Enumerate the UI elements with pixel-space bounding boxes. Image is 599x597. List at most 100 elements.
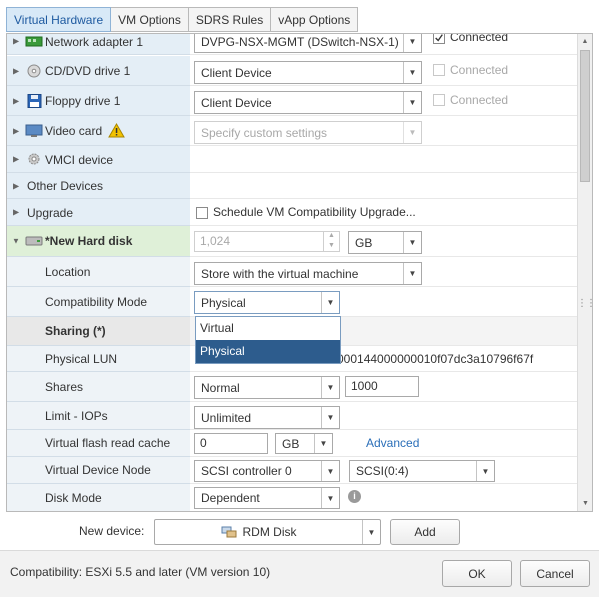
compatibility-text: Compatibility: ESXi 5.5 and later (VM ve… [10,565,271,579]
option-virtual[interactable]: Virtual [196,317,340,340]
new-device-label: New device: [79,524,145,538]
tab-virtual-hardware[interactable]: Virtual Hardware [6,7,112,32]
scsi-controller-select[interactable]: SCSI controller 0 ▼ [194,460,340,482]
flash-cache-input[interactable]: 0 [194,433,268,454]
option-physical[interactable]: Physical [196,340,340,363]
row-location: Location Store with the virtual machine … [7,257,578,287]
sharing-label: Sharing (*) [45,324,106,338]
flash-cache-label: Virtual flash read cache [45,436,171,450]
location-label: Location [45,265,91,279]
dialog-footer: Compatibility: ESXi 5.5 and later (VM ve… [0,550,599,597]
chevron-down-icon: ▼ [321,377,339,398]
scroll-thumb[interactable] [580,50,590,182]
flash-cache-unit-select[interactable]: GB ▼ [275,433,333,454]
floppy-icon [27,93,42,108]
ok-button[interactable]: OK [442,560,512,587]
chevron-down-icon: ▼ [403,92,421,113]
new-device-bar: New device: RDM Disk ▼ Add [0,519,599,545]
video-card-label: Video card [45,124,103,138]
cancel-button[interactable]: Cancel [520,560,590,587]
other-devices-label: Other Devices [27,179,104,193]
chevron-down-icon: ▼ [403,232,421,253]
floppy-select-value: Client Device [201,95,272,110]
row-vmci: ▶ VMCI device [7,146,578,173]
compatibility-mode-dropdown: Virtual Physical [195,316,341,364]
disk-mode-select[interactable]: Dependent ▼ [194,487,340,509]
floppy-label: Floppy drive 1 [45,94,121,108]
new-hard-disk-label: *New Hard disk [45,234,133,248]
network-connected-label: Connected [450,33,509,44]
disk-mode-value: Dependent [201,491,260,505]
compatibility-mode-label: Compatibility Mode [45,295,148,309]
video-card-select[interactable]: Specify custom settings ▼ [194,121,422,144]
schedule-upgrade-label: Schedule VM Compatibility Upgrade... [213,205,416,219]
floppy-connected-checkbox[interactable] [433,94,445,106]
disk-size-input[interactable]: 1,024 [194,231,340,252]
expand-caret-icon[interactable]: ▶ [13,181,19,190]
chevron-down-icon: ▼ [476,461,494,481]
expand-caret-icon[interactable]: ▶ [13,208,19,217]
tab-vapp-options[interactable]: vApp Options [271,7,359,32]
row-cddvd: ▶ CD/DVD drive 1 Client Device ▼ Connect… [7,56,578,86]
cddvd-select[interactable]: Client Device ▼ [194,61,422,84]
location-select[interactable]: Store with the virtual machine ▼ [194,262,422,285]
scroll-up-icon[interactable]: ▲ [578,34,592,49]
limit-iops-select[interactable]: Unlimited ▼ [194,406,340,429]
new-device-select[interactable]: RDM Disk ▼ [154,519,381,545]
row-other-devices: ▶ Other Devices [7,173,578,199]
disk-unit-select[interactable]: GB ▼ [348,231,422,254]
tab-vm-options[interactable]: VM Options [111,7,189,32]
monitor-icon [25,124,43,137]
scsi-slot-select[interactable]: SCSI(0:4) ▼ [349,460,495,482]
video-card-select-value: Specify custom settings [201,125,328,140]
row-virtual-device-node: Virtual Device Node SCSI controller 0 ▼ … [7,457,578,484]
row-shares: Shares Normal ▼ 1000 [7,372,578,402]
expand-caret-icon[interactable]: ▶ [13,66,19,75]
hardware-panel: ▶ Network adapter 1 DVPG-NSX-MGMT (DSwit… [6,33,593,512]
expand-caret-icon[interactable]: ▶ [13,155,19,164]
row-compatibility-mode: Compatibility Mode Physical ▼ [7,287,578,317]
expand-caret-icon[interactable]: ▶ [13,126,19,135]
row-network-adapter: ▶ Network adapter 1 DVPG-NSX-MGMT (DSwit… [7,33,578,55]
info-icon[interactable]: i [348,490,361,503]
limit-iops-value: Unlimited [201,410,252,425]
rdm-disk-icon [221,526,236,538]
network-select[interactable]: DVPG-NSX-MGMT (DSwitch-NSX-1) ▼ [194,34,422,53]
scroll-down-icon[interactable]: ▼ [578,496,592,511]
network-adapter-icon [25,36,43,47]
row-video-card: ▶ Video card Specify custom settings ▼ [7,116,578,146]
new-device-select-content: RDM Disk [155,525,362,539]
shares-label: Shares [45,380,84,394]
row-disk-mode: Disk Mode Dependent ▼ i [7,484,578,511]
collapse-caret-icon[interactable]: ▼ [12,237,20,246]
hard-disk-icon [25,236,43,246]
floppy-connected-label: Connected [450,93,509,107]
resize-grip-icon[interactable]: ⋮⋮ [577,298,596,309]
vertical-scrollbar[interactable]: ▲ ▼ [577,34,592,511]
network-connected-checkbox[interactable] [433,34,445,44]
advanced-link[interactable]: Advanced [366,436,419,450]
shares-select-value: Normal [201,380,240,395]
warning-icon [108,123,125,138]
row-new-hard-disk: ▼ *New Hard disk 1,024 ▲ ▼ GB ▼ [7,226,578,257]
cddvd-connected-checkbox[interactable] [433,64,445,76]
schedule-upgrade-checkbox[interactable] [196,207,208,219]
expand-caret-icon[interactable]: ▶ [13,96,19,105]
disk-size-stepper[interactable]: ▲ ▼ [323,231,339,252]
chevron-down-icon: ▼ [403,34,421,52]
add-device-button[interactable]: Add [390,519,460,545]
shares-select[interactable]: Normal ▼ [194,376,340,399]
physical-lun-value: 000144000000010f07dc3a10796f67f [337,352,534,366]
expand-caret-icon[interactable]: ▶ [13,37,19,46]
tab-sdrs-rules[interactable]: SDRS Rules [188,7,272,32]
tab-bar: Virtual Hardware VM Options SDRS Rules v… [6,7,359,33]
shares-number-input[interactable]: 1000 [345,376,419,397]
floppy-select[interactable]: Client Device ▼ [194,91,422,114]
chevron-down-icon: ▼ [321,461,339,481]
row-floppy: ▶ Floppy drive 1 Client Device ▼ Connect… [7,86,578,116]
compatibility-mode-value: Physical [201,295,246,310]
compatibility-mode-select[interactable]: Physical ▼ [194,291,340,314]
network-adapter-label: Network adapter 1 [45,35,144,49]
network-select-value: DVPG-NSX-MGMT (DSwitch-NSX-1) [201,34,399,49]
scsi-slot-value: SCSI(0:4) [356,464,409,478]
